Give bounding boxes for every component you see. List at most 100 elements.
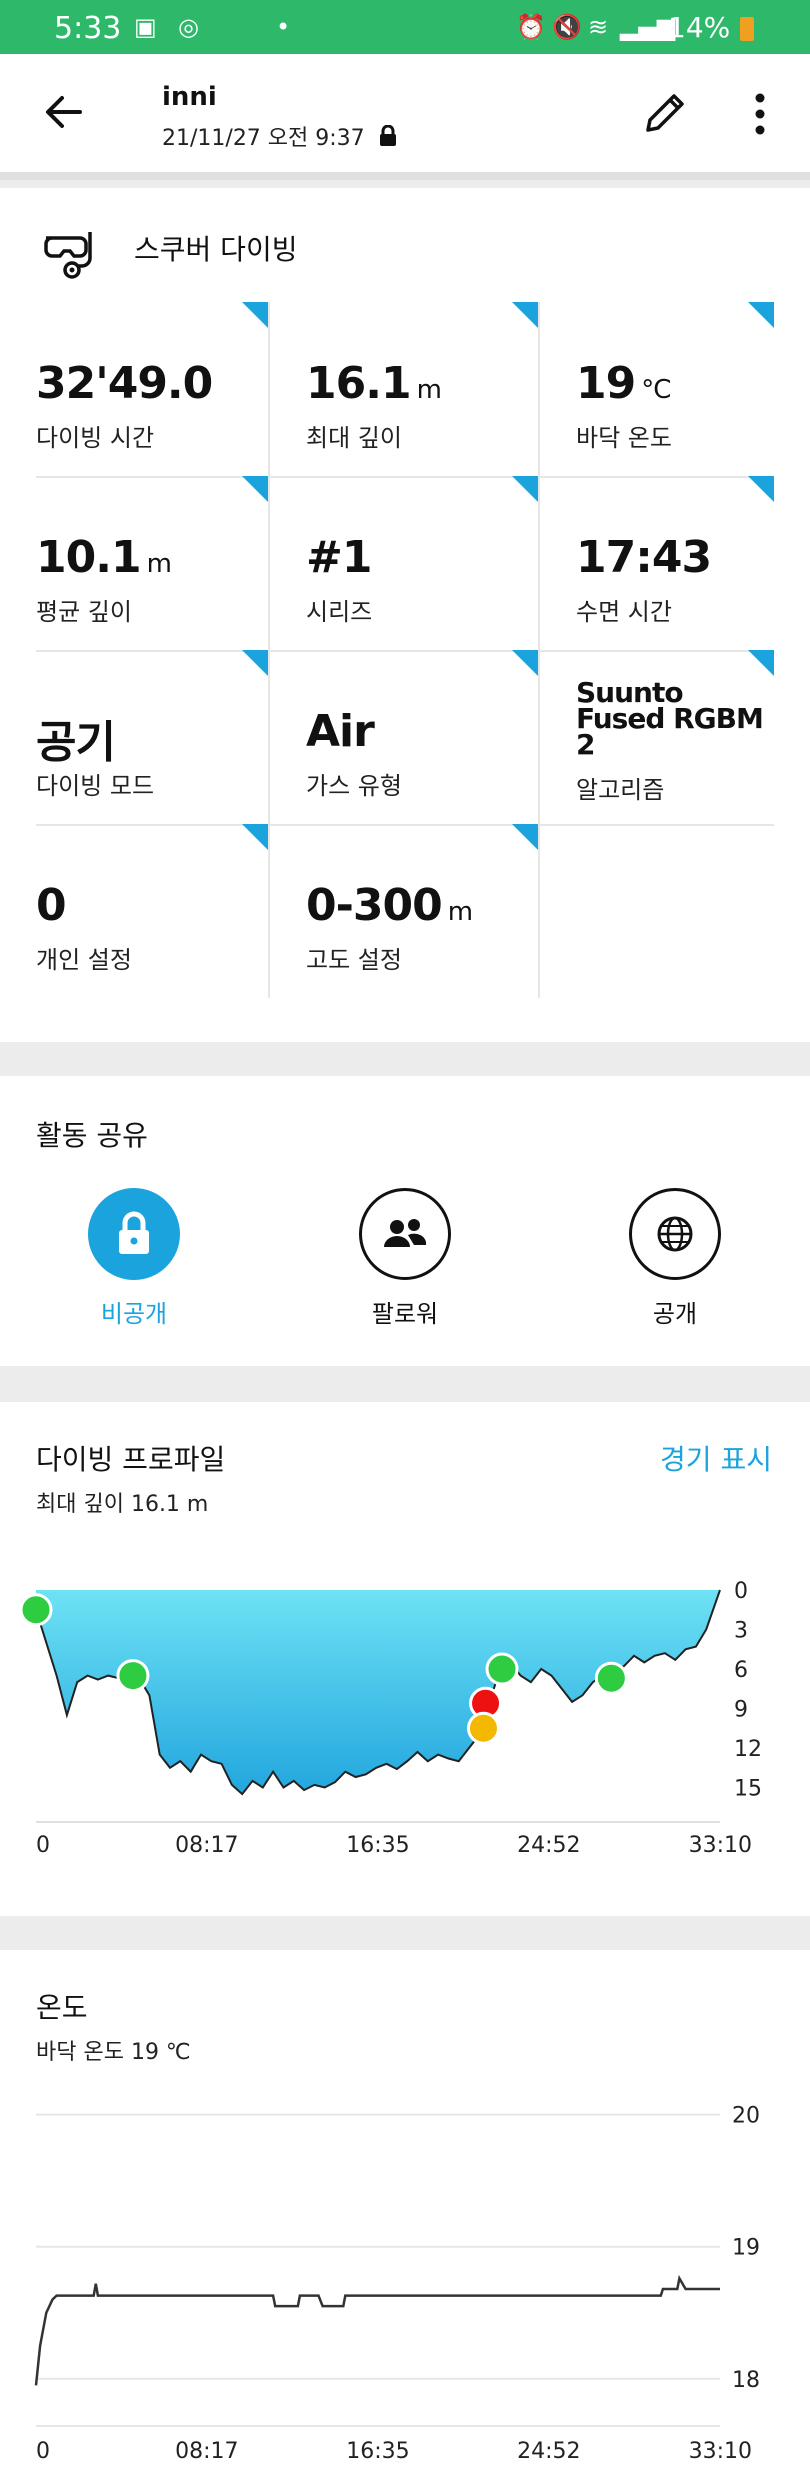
stat-label: 개인 설정 bbox=[36, 946, 132, 974]
stat-label: 다이빙 모드 bbox=[36, 772, 155, 800]
corner-marker bbox=[512, 650, 538, 676]
stat-label: 평균 깊이 bbox=[36, 598, 132, 626]
dot-icon: • bbox=[276, 13, 291, 41]
app-bar: inni 21/11/27 오전 9:37 bbox=[0, 54, 810, 180]
battery-icon bbox=[740, 17, 754, 41]
stat-max-depth[interactable]: 16.1 m 최대 깊이 bbox=[306, 302, 538, 476]
share-followers-option[interactable]: 팔로워 bbox=[315, 1188, 495, 1329]
stat-label: 다이빙 시간 bbox=[36, 424, 155, 452]
stat-unit: m bbox=[416, 375, 442, 405]
y-tick-label: 19 bbox=[732, 2236, 760, 2261]
stat-bottom-temp[interactable]: 19 °C 바닥 온도 bbox=[576, 302, 774, 476]
green-marker bbox=[594, 1661, 628, 1695]
green-marker bbox=[485, 1652, 519, 1686]
stat-value: Air bbox=[306, 706, 375, 757]
scuba-mask-icon bbox=[44, 232, 92, 279]
edit-pencil-icon[interactable] bbox=[640, 86, 692, 138]
y-tick-label: 18 bbox=[732, 2368, 760, 2393]
x-tick-label: 0 bbox=[36, 2439, 50, 2464]
corner-marker bbox=[512, 476, 538, 502]
battery-level: 14% bbox=[668, 11, 731, 44]
date-time: 21/11/27 오전 9:37 bbox=[162, 126, 365, 151]
lock-icon bbox=[379, 124, 396, 146]
stat-avg-depth[interactable]: 10.1 m 평균 깊이 bbox=[36, 476, 268, 650]
gallery-icon: ▣ bbox=[134, 13, 157, 41]
green-marker bbox=[116, 1659, 150, 1693]
divider bbox=[268, 302, 270, 998]
corner-marker bbox=[242, 824, 268, 850]
x-tick-label: 33:10 bbox=[689, 1833, 752, 1858]
corner-marker bbox=[748, 476, 774, 502]
stat-series[interactable]: #1 시리즈 bbox=[306, 476, 538, 650]
share-private-circle[interactable] bbox=[88, 1188, 180, 1280]
corner-marker bbox=[748, 650, 774, 676]
temperature-title: 온도 bbox=[36, 1991, 88, 2024]
show-race-link[interactable]: 경기 표시 bbox=[660, 1438, 772, 1478]
status-time: 5:33 bbox=[54, 11, 122, 46]
stat-algorithm[interactable]: Suunto Fused RGBM 2 알고리즘 bbox=[576, 650, 774, 824]
y-tick-label: 12 bbox=[734, 1737, 762, 1762]
stat-surface-time[interactable]: 17:43 수면 시간 bbox=[576, 476, 774, 650]
share-followers-circle[interactable] bbox=[359, 1188, 451, 1280]
x-tick-label: 16:35 bbox=[346, 1833, 409, 1858]
green-marker bbox=[19, 1593, 53, 1627]
page-subtitle: 21/11/27 오전 9:37 bbox=[162, 120, 398, 152]
stat-value: 0 bbox=[36, 880, 67, 931]
stat-unit: m bbox=[447, 897, 473, 927]
divider bbox=[538, 302, 540, 998]
share-private-option[interactable]: 비공개 bbox=[44, 1188, 224, 1329]
x-tick-label: 33:10 bbox=[689, 2439, 752, 2464]
share-public-option[interactable]: 공개 bbox=[585, 1188, 765, 1329]
share-card: 활동 공유 비공개 팔로워 공개 bbox=[0, 1076, 810, 1366]
share-public-circle[interactable] bbox=[629, 1188, 721, 1280]
globe-icon bbox=[657, 1216, 693, 1252]
dive-profile-chart[interactable]: 0 3 6 9 12 15 0 08:17 16:35 24:52 33:10 bbox=[0, 1550, 810, 1880]
y-tick-label: 0 bbox=[734, 1579, 748, 1604]
corner-marker bbox=[748, 302, 774, 328]
stat-unit: °C bbox=[641, 375, 671, 405]
corner-marker bbox=[512, 302, 538, 328]
stat-value: #1 bbox=[306, 532, 372, 583]
stat-dive-mode[interactable]: 공기 다이빙 모드 bbox=[36, 650, 268, 824]
share-title: 활동 공유 bbox=[36, 1119, 148, 1152]
stat-label: 고도 설정 bbox=[306, 946, 402, 974]
wifi-icon: ≋ bbox=[588, 13, 609, 41]
x-tick-label: 08:17 bbox=[175, 1833, 238, 1858]
temperature-line bbox=[34, 2274, 720, 2386]
stat-value: Suunto Fused RGBM 2 bbox=[576, 676, 764, 761]
share-option-label: 비공개 bbox=[100, 1300, 168, 1328]
alarm-icon: ⏰ bbox=[516, 13, 546, 41]
more-options-icon[interactable] bbox=[744, 90, 776, 138]
x-tick-label: 24:52 bbox=[517, 1833, 580, 1858]
stat-personal-setting[interactable]: 0 개인 설정 bbox=[36, 824, 268, 998]
stat-label: 시리즈 bbox=[306, 598, 373, 626]
corner-marker bbox=[242, 302, 268, 328]
page-title: inni bbox=[162, 82, 217, 112]
stat-dive-time[interactable]: 32'49.0 다이빙 시간 bbox=[36, 302, 268, 476]
y-tick-label: 20 bbox=[732, 2104, 760, 2129]
temperature-subtitle: 바닥 온도 19 ℃ bbox=[36, 2040, 191, 2065]
y-tick-label: 3 bbox=[734, 1619, 748, 1644]
stat-altitude-setting[interactable]: 0-300 m 고도 설정 bbox=[306, 824, 538, 998]
yellow-marker bbox=[466, 1711, 500, 1745]
stat-gas-type[interactable]: Air 가스 유형 bbox=[306, 650, 538, 824]
share-option-label: 팔로워 bbox=[371, 1300, 439, 1328]
stat-label: 수면 시간 bbox=[576, 598, 672, 626]
lock-icon bbox=[119, 1211, 149, 1254]
temperature-chart[interactable]: 20 19 18 0 08:17 16:35 24:52 33:10 bbox=[0, 2080, 810, 2480]
stat-value: 16.1 bbox=[306, 358, 412, 409]
stat-value: 10.1 bbox=[36, 532, 142, 583]
stat-unit: m bbox=[146, 549, 172, 579]
x-tick-label: 08:17 bbox=[175, 2439, 238, 2464]
dive-summary-card: 스쿠버 다이빙 32'49.0 다이빙 시간 16.1 m 최대 깊이 19 °C … bbox=[0, 188, 810, 1042]
activity-name: 스쿠버 다이빙 bbox=[134, 233, 298, 266]
stat-value: 공기 bbox=[36, 717, 116, 768]
share-option-label: 공개 bbox=[652, 1300, 698, 1328]
corner-marker bbox=[242, 650, 268, 676]
back-arrow-icon[interactable] bbox=[40, 88, 88, 136]
stat-value: 17:43 bbox=[576, 532, 712, 583]
x-tick-label: 24:52 bbox=[517, 2439, 580, 2464]
x-tick-label: 0 bbox=[36, 1833, 50, 1858]
status-bar: 5:33 ▣ ◎ • ⏰ 🔇 ≋ ▂▄▆ 14% bbox=[0, 0, 810, 54]
followers-icon bbox=[384, 1219, 427, 1247]
